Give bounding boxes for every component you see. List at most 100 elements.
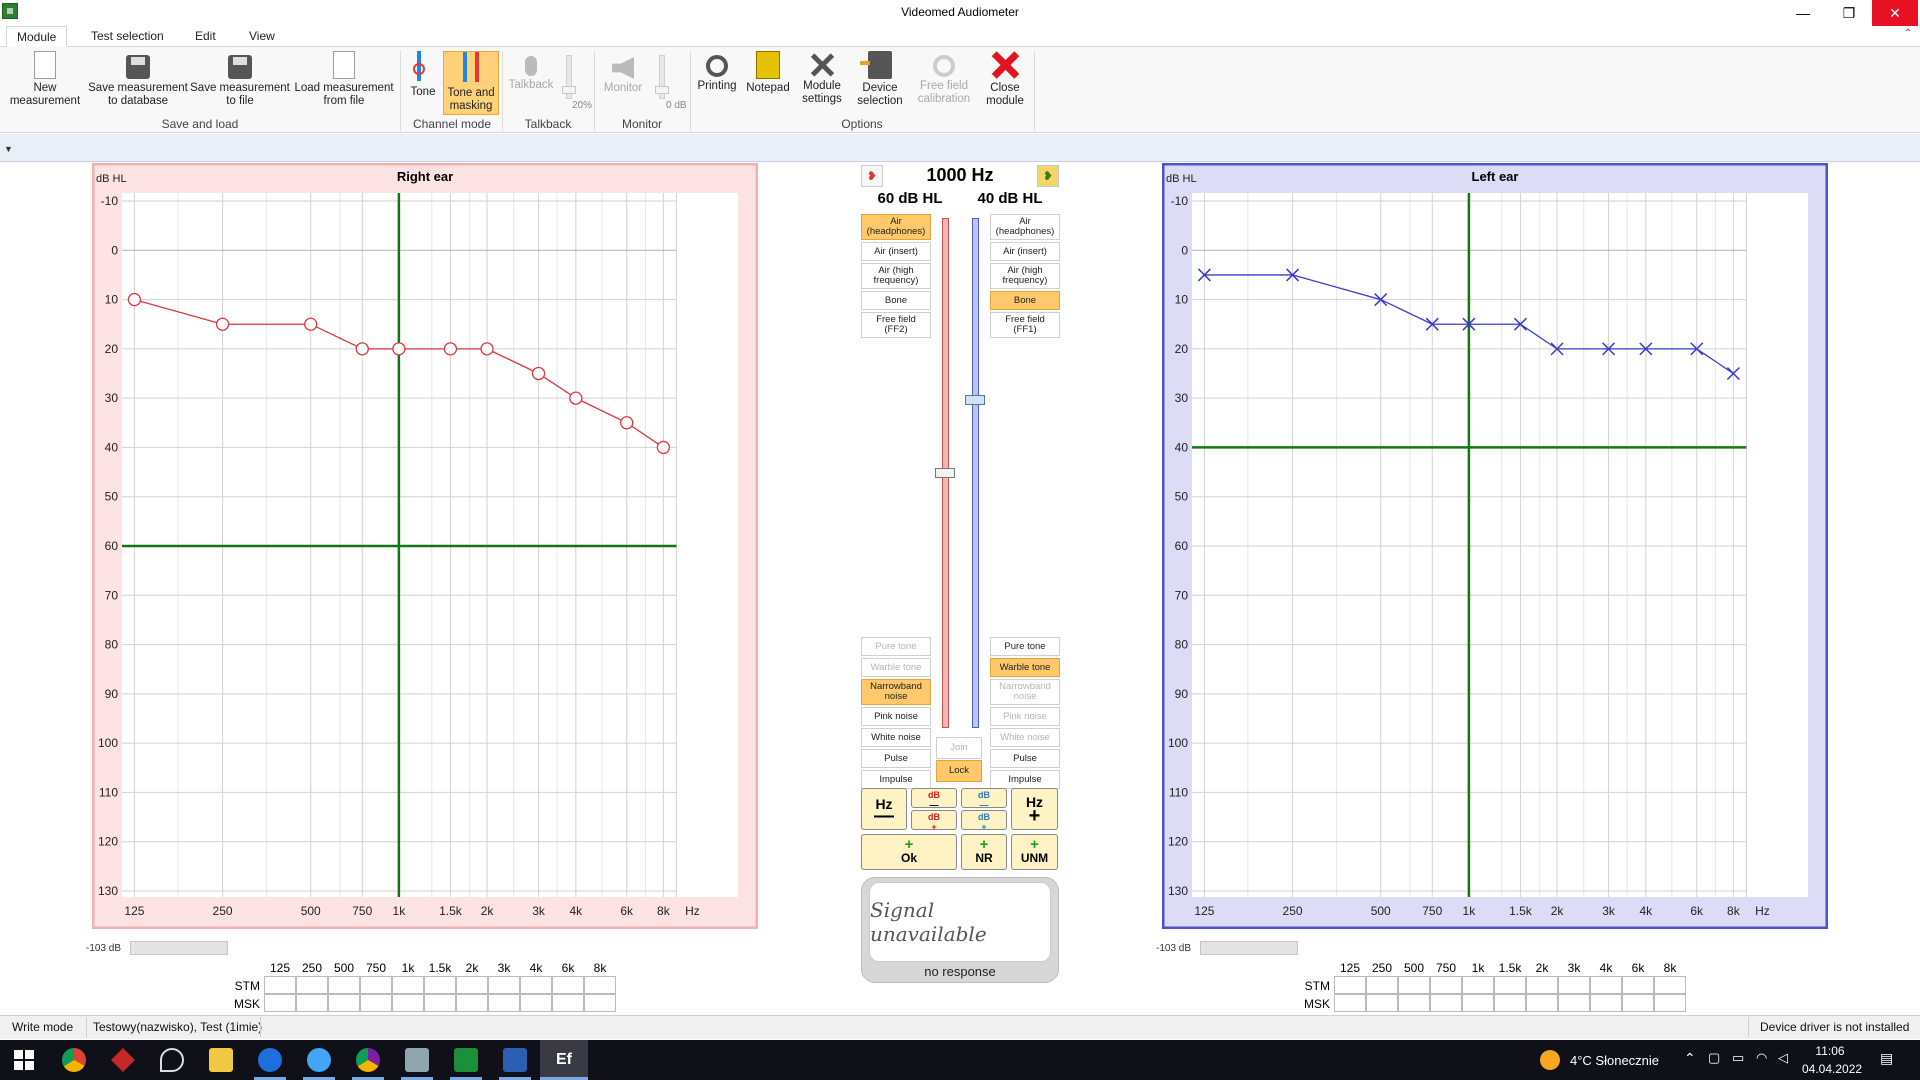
table-cell[interactable] <box>1430 994 1462 1012</box>
option-air-insert[interactable]: Air (insert) <box>861 242 931 261</box>
close-window-button[interactable]: ✕ <box>1872 0 1918 26</box>
meet-icon[interactable]: ▢ <box>1708 1050 1720 1066</box>
option-air-insert[interactable]: Air (insert) <box>990 242 1060 261</box>
document-icon[interactable] <box>503 1048 527 1072</box>
audiometer-taskbar-icon[interactable]: Ef <box>552 1048 576 1072</box>
table-cell[interactable] <box>1590 994 1622 1012</box>
table-cell[interactable] <box>1558 994 1590 1012</box>
option-free-field-ff1[interactable]: Free field (FF1) <box>990 312 1060 338</box>
table-cell[interactable] <box>1334 994 1366 1012</box>
wifi-icon[interactable]: ◠ <box>1756 1050 1767 1066</box>
weather-icon[interactable] <box>1540 1050 1560 1070</box>
table-cell[interactable] <box>1334 976 1366 994</box>
monitor-slider[interactable] <box>655 55 669 99</box>
notifications-icon[interactable]: ▤ <box>1880 1050 1893 1067</box>
table-cell[interactable] <box>1494 976 1526 994</box>
table-cell[interactable] <box>424 976 456 994</box>
right-level-down-button[interactable]: dB — <box>911 788 957 810</box>
save-to-database-button[interactable]: Save measurement to database <box>88 51 188 108</box>
table-cell[interactable] <box>456 994 488 1012</box>
option-air-headphones[interactable]: Air (headphones) <box>990 214 1060 240</box>
table-cell[interactable] <box>1398 976 1430 994</box>
table-cell[interactable] <box>1526 976 1558 994</box>
option-warble-tone[interactable]: Warble tone <box>990 658 1060 677</box>
table-cell[interactable] <box>392 994 424 1012</box>
taskbar-time[interactable]: 11:06 <box>1802 1044 1858 1058</box>
table-cell[interactable] <box>296 976 328 994</box>
table-cell[interactable] <box>360 994 392 1012</box>
table-cell[interactable] <box>264 994 296 1012</box>
option-white-noise[interactable]: White noise <box>990 728 1060 747</box>
table-cell[interactable] <box>552 994 584 1012</box>
right-level-slider-knob[interactable] <box>935 468 955 478</box>
spreadsheet-icon[interactable] <box>454 1048 478 1072</box>
option-narrowband-noise[interactable]: Narrowband noise <box>861 679 931 705</box>
right-ear-plot[interactable]: -10 0 10 20 30 40 50 60 70 80 90 100 110 120 130 125 250… <box>92 163 758 929</box>
frequency-up-button[interactable]: Hz + <box>1011 788 1058 830</box>
table-cell[interactable] <box>424 994 456 1012</box>
option-impulse[interactable]: Impulse <box>990 770 1060 789</box>
table-cell[interactable] <box>1622 994 1654 1012</box>
file-explorer-icon[interactable] <box>209 1048 233 1072</box>
chrome-profile-icon[interactable] <box>356 1048 380 1072</box>
option-pink-noise[interactable]: Pink noise <box>990 707 1060 726</box>
table-cell[interactable] <box>264 976 296 994</box>
monitor-button[interactable]: Monitor <box>598 51 648 95</box>
option-pure-tone[interactable]: Pure tone <box>990 637 1060 656</box>
left-ear-audiogram[interactable]: -10 0 10 20 30 40 50 60 70 80 90 100 110 120 130 125 250… <box>1162 163 1828 929</box>
table-cell[interactable] <box>1366 994 1398 1012</box>
table-cell[interactable] <box>1366 976 1398 994</box>
talkback-button[interactable]: Talkback <box>506 51 556 92</box>
chrome-icon[interactable] <box>62 1048 86 1072</box>
mail-icon[interactable] <box>258 1048 282 1072</box>
minimize-button[interactable]: — <box>1780 0 1826 26</box>
table-cell[interactable] <box>584 976 616 994</box>
right-ear-audiogram[interactable]: -10 0 10 20 30 40 50 60 70 80 90 100 110 120 130 125 250… <box>92 163 758 929</box>
tab-view[interactable]: View <box>239 26 285 47</box>
tone-and-masking-button[interactable]: Tone and masking <box>443 51 499 115</box>
tab-edit[interactable]: Edit <box>185 26 226 47</box>
table-cell[interactable] <box>1526 994 1558 1012</box>
option-narrowband-noise[interactable]: Narrowband noise <box>990 679 1060 705</box>
weather-text[interactable]: 4°C Słonecznie <box>1570 1053 1659 1068</box>
lock-button[interactable]: Lock <box>936 760 982 782</box>
table-cell[interactable] <box>1590 976 1622 994</box>
unmasked-button[interactable]: + UNM <box>1011 834 1058 870</box>
tab-module[interactable]: Module <box>6 26 68 47</box>
table-cell[interactable] <box>1494 994 1526 1012</box>
table-cell[interactable] <box>392 976 424 994</box>
app-window-icon[interactable] <box>405 1048 429 1072</box>
notepad-button[interactable]: Notepad <box>743 51 793 95</box>
table-cell[interactable] <box>328 994 360 1012</box>
printing-button[interactable]: Printing <box>694 51 740 93</box>
tab-test-selection[interactable]: Test selection <box>81 26 174 47</box>
option-impulse[interactable]: Impulse <box>861 770 931 789</box>
quick-access-dropdown-icon[interactable]: ▼ <box>4 144 13 154</box>
right-level-up-button[interactable]: dB + <box>911 810 957 832</box>
table-cell[interactable] <box>296 994 328 1012</box>
close-module-button[interactable]: Close module <box>980 51 1030 108</box>
option-bone[interactable]: Bone <box>990 291 1060 310</box>
table-cell[interactable] <box>520 976 552 994</box>
option-bone[interactable]: Bone <box>861 291 931 310</box>
table-cell[interactable] <box>1462 976 1494 994</box>
option-free-field-ff2[interactable]: Free field (FF2) <box>861 312 931 338</box>
join-button[interactable]: Join <box>936 737 982 759</box>
show-hidden-icons[interactable]: ⌃ <box>1684 1050 1696 1067</box>
option-warble-tone[interactable]: Warble tone <box>861 658 931 677</box>
volume-icon[interactable]: ◁ <box>1778 1050 1788 1066</box>
table-cell[interactable] <box>584 994 616 1012</box>
table-cell[interactable] <box>488 994 520 1012</box>
restore-button[interactable]: ❐ <box>1826 0 1872 26</box>
left-level-slider[interactable] <box>972 218 979 728</box>
start-icon[interactable] <box>12 1048 36 1072</box>
table-cell[interactable] <box>328 976 360 994</box>
device-selection-button[interactable]: Device selection <box>852 51 908 108</box>
taskbar-date[interactable]: 04.04.2022 <box>1802 1062 1862 1076</box>
table-cell[interactable] <box>1398 994 1430 1012</box>
option-air-high-frequency[interactable]: Air (high frequency) <box>861 263 931 289</box>
left-level-slider-knob[interactable] <box>965 395 985 406</box>
table-cell[interactable] <box>520 994 552 1012</box>
weather-app-icon[interactable] <box>307 1048 331 1072</box>
module-settings-button[interactable]: Module settings <box>797 51 847 106</box>
